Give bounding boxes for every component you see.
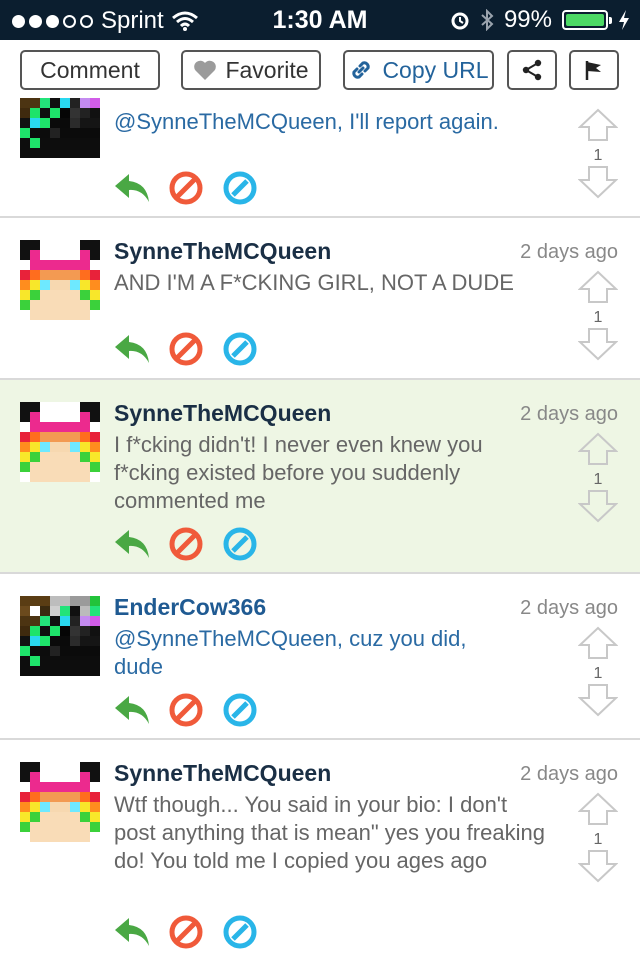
vote-controls: 1 bbox=[578, 270, 618, 366]
comment-time: 2 days ago bbox=[520, 597, 618, 619]
comment-actions bbox=[114, 914, 258, 950]
comment-body: @SynneTheMCQueen, I'll report again. bbox=[114, 109, 499, 134]
comment-item-highlighted: SynneTheMCQueen 2 days ago I f*cking did… bbox=[0, 380, 640, 574]
vote-controls: 1 bbox=[578, 432, 618, 528]
battery-icon bbox=[562, 10, 612, 30]
comment-item: EnderCow366 2 days ago @SynneTheMCQueen,… bbox=[0, 574, 640, 740]
share-button[interactable] bbox=[507, 50, 557, 90]
alarm-icon bbox=[451, 12, 469, 30]
block-icon[interactable] bbox=[168, 526, 204, 562]
favorite-button[interactable]: Favorite bbox=[181, 50, 321, 90]
comment-username[interactable]: EnderCow366 bbox=[114, 594, 266, 621]
favorite-button-label: Favorite bbox=[225, 56, 309, 83]
vote-count: 1 bbox=[593, 147, 603, 164]
comment-username[interactable]: SynneTheMCQueen bbox=[114, 238, 331, 265]
flag-icon bbox=[585, 61, 601, 80]
copy-url-button[interactable]: Copy URL bbox=[343, 50, 494, 90]
comment-username[interactable]: SynneTheMCQueen bbox=[114, 760, 331, 787]
moderate-icon[interactable] bbox=[222, 170, 258, 206]
comment-actions bbox=[114, 526, 258, 562]
report-flag-button[interactable] bbox=[569, 50, 619, 90]
comment-item: @SynneTheMCQueen, I'll report again. 1 bbox=[0, 100, 640, 218]
comment-button[interactable]: Comment bbox=[20, 50, 160, 90]
comment-actions bbox=[114, 170, 258, 206]
share-icon bbox=[522, 59, 542, 81]
moderate-icon[interactable] bbox=[222, 526, 258, 562]
avatar[interactable] bbox=[20, 762, 100, 842]
reply-icon[interactable] bbox=[114, 172, 150, 204]
vote-count: 1 bbox=[593, 471, 603, 488]
charging-icon bbox=[619, 10, 629, 30]
block-icon[interactable] bbox=[168, 170, 204, 206]
vote-controls: 1 bbox=[578, 626, 618, 722]
upvote-icon[interactable] bbox=[578, 270, 618, 304]
moderate-icon[interactable] bbox=[222, 331, 258, 367]
comment-actions bbox=[114, 692, 258, 728]
vote-count: 1 bbox=[593, 309, 603, 326]
avatar[interactable] bbox=[20, 98, 100, 158]
comment-body: @SynneTheMCQueen, cuz you did, dude bbox=[114, 626, 467, 679]
comment-time: 2 days ago bbox=[520, 763, 618, 785]
battery-percent: 99% bbox=[503, 6, 552, 33]
comment-time: 2 days ago bbox=[520, 403, 618, 425]
avatar[interactable] bbox=[20, 596, 100, 676]
moderate-icon[interactable] bbox=[222, 692, 258, 728]
upvote-icon[interactable] bbox=[578, 108, 618, 142]
copy-url-button-label: Copy URL bbox=[382, 56, 489, 83]
comment-body: Wtf though... You said in your bio: I do… bbox=[114, 792, 545, 873]
comment-item: SynneTheMCQueen 2 days ago AND I'M A F*C… bbox=[0, 218, 640, 380]
comment-actions bbox=[114, 331, 258, 367]
vote-controls: 1 bbox=[578, 792, 618, 888]
reply-icon[interactable] bbox=[114, 528, 150, 560]
vote-count: 1 bbox=[593, 665, 603, 682]
vote-controls: 1 bbox=[578, 108, 618, 204]
vote-count: 1 bbox=[593, 831, 603, 848]
block-icon[interactable] bbox=[168, 692, 204, 728]
bluetooth-icon bbox=[481, 9, 494, 31]
downvote-icon[interactable] bbox=[578, 165, 618, 199]
avatar[interactable] bbox=[20, 402, 100, 482]
block-icon[interactable] bbox=[168, 331, 204, 367]
upvote-icon[interactable] bbox=[578, 626, 618, 660]
upvote-icon[interactable] bbox=[578, 792, 618, 826]
upvote-icon[interactable] bbox=[578, 432, 618, 466]
status-bar: Sprint 1:30 AM 99% bbox=[0, 0, 640, 40]
comment-item: SynneTheMCQueen 2 days ago Wtf though...… bbox=[0, 740, 640, 960]
avatar[interactable] bbox=[20, 240, 100, 320]
comment-button-label: Comment bbox=[40, 56, 140, 83]
downvote-icon[interactable] bbox=[578, 849, 618, 883]
comment-time: 2 days ago bbox=[520, 241, 618, 263]
reply-icon[interactable] bbox=[114, 694, 150, 726]
moderate-icon[interactable] bbox=[222, 914, 258, 950]
heart-icon bbox=[194, 60, 217, 80]
downvote-icon[interactable] bbox=[578, 327, 618, 361]
comment-body: AND I'M A F*CKING GIRL, NOT A DUDE bbox=[114, 270, 514, 295]
action-toolbar: Comment Favorite Copy URL bbox=[0, 40, 640, 100]
downvote-icon[interactable] bbox=[578, 489, 618, 523]
comment-username[interactable]: SynneTheMCQueen bbox=[114, 400, 331, 427]
link-icon bbox=[352, 61, 371, 79]
status-right: 99% bbox=[450, 6, 630, 34]
downvote-icon[interactable] bbox=[578, 683, 618, 717]
reply-icon[interactable] bbox=[114, 333, 150, 365]
reply-icon[interactable] bbox=[114, 916, 150, 948]
block-icon[interactable] bbox=[168, 914, 204, 950]
comment-body: I f*cking didn't! I never even knew you … bbox=[114, 432, 483, 513]
